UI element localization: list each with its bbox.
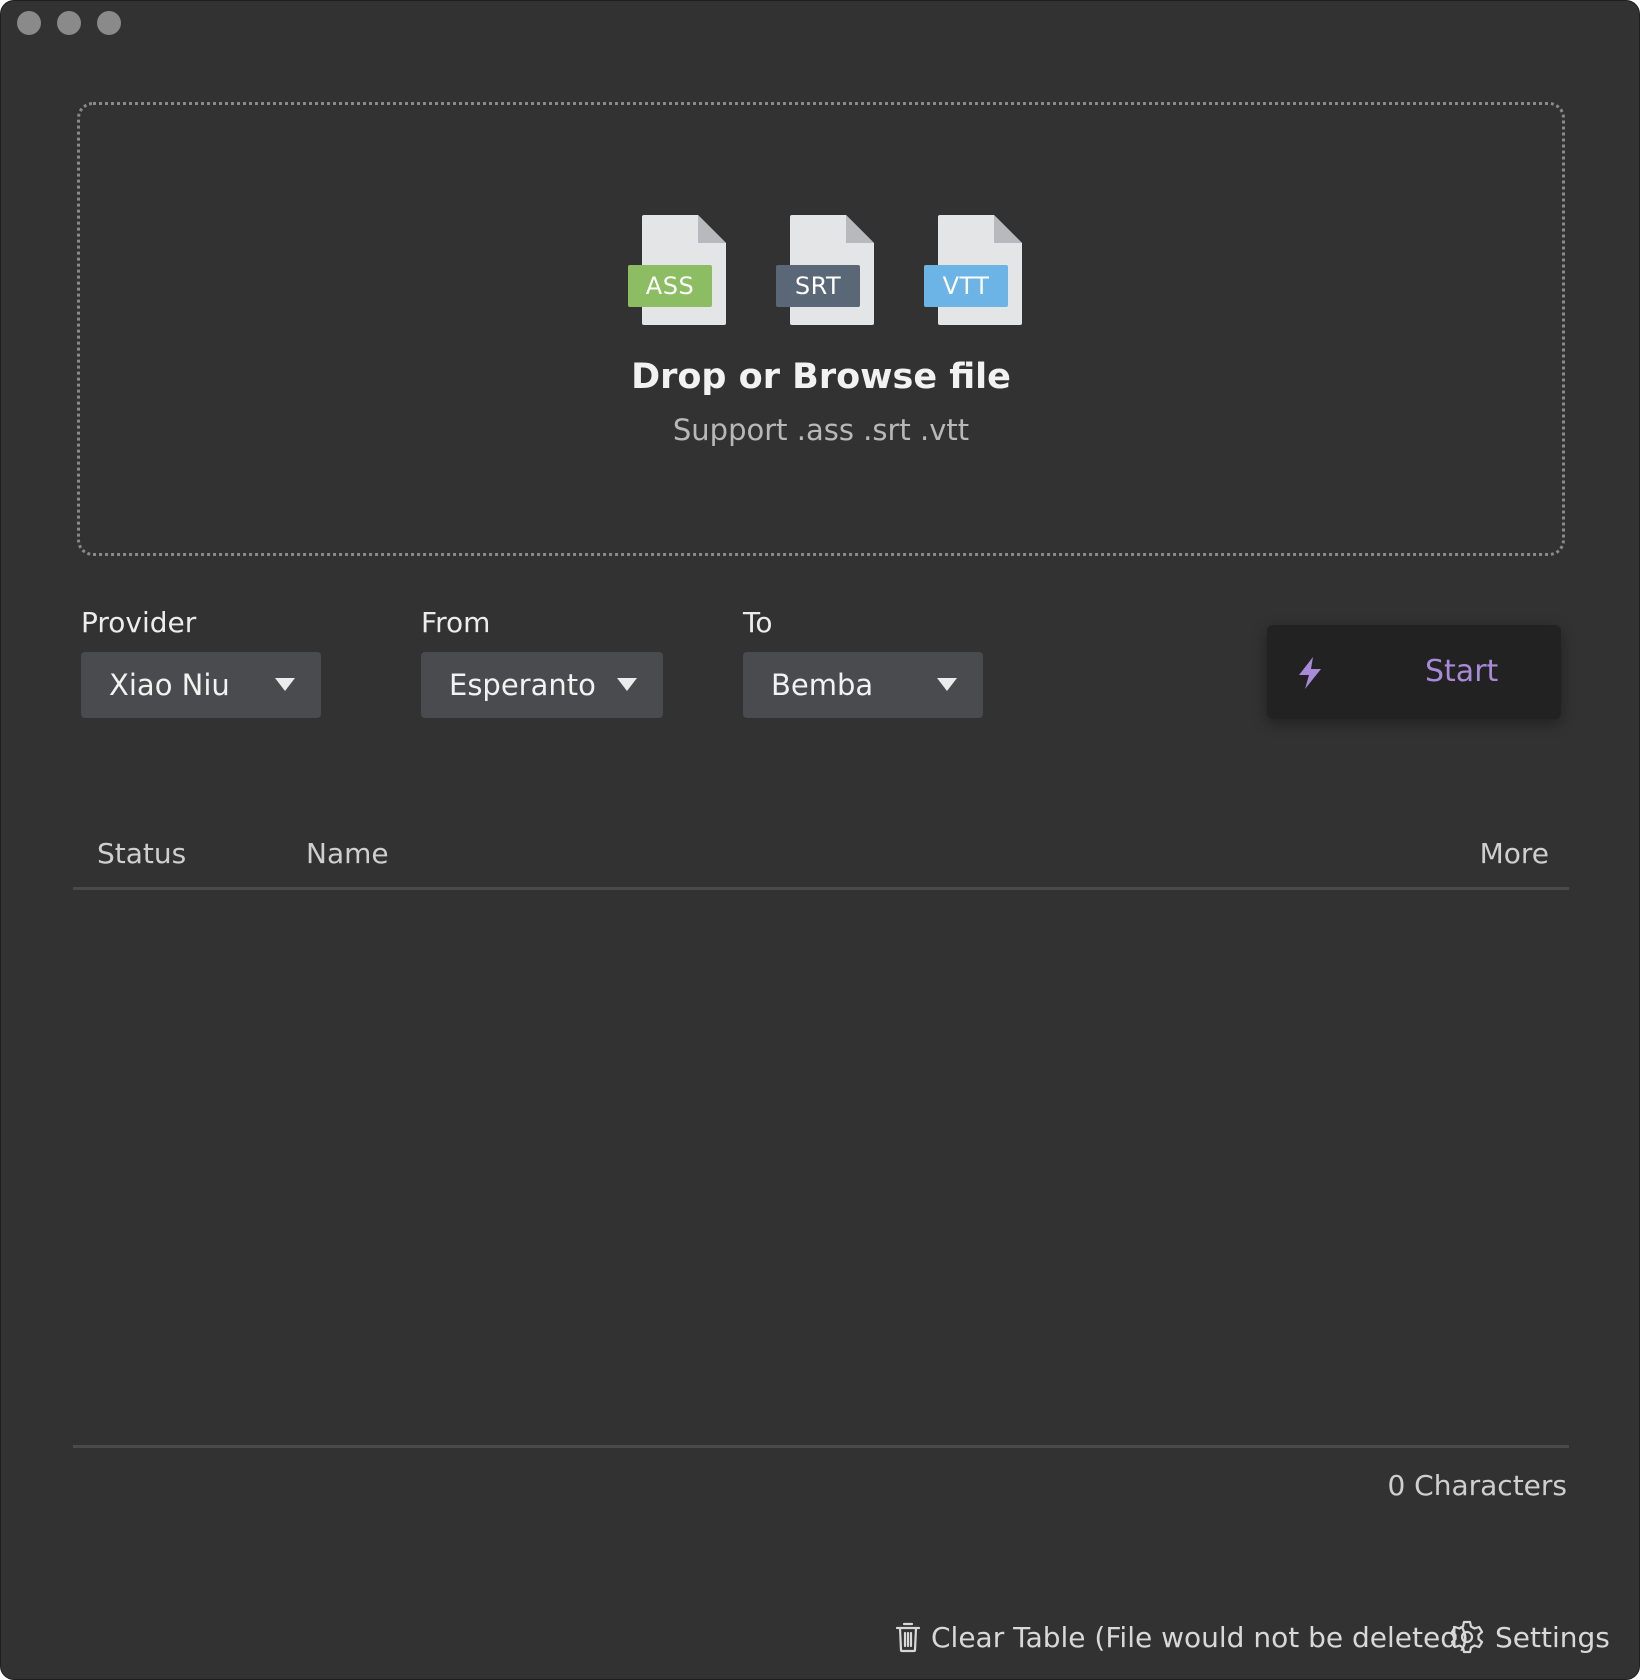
ass-tag: ASS (628, 265, 712, 307)
column-header-name: Name (306, 837, 389, 870)
app-window: ASS SRT VTT Drop or Browse file Support … (0, 0, 1640, 1680)
window-controls (17, 11, 121, 35)
to-language-value: Bemba (771, 668, 874, 702)
provider-value: Xiao Niu (109, 668, 230, 702)
drop-zone-title: Drop or Browse file (631, 357, 1011, 397)
table-footer-divider (73, 1445, 1569, 1448)
clear-table-button[interactable]: Clear Table (File would not be deleted) (895, 1615, 1469, 1659)
chevron-down-icon (937, 678, 957, 691)
file-table-body (73, 892, 1569, 1444)
settings-label: Settings (1495, 1620, 1610, 1654)
from-language-select[interactable]: Esperanto (421, 652, 663, 718)
to-label: To (743, 606, 773, 639)
file-drop-zone[interactable]: ASS SRT VTT Drop or Browse file Support … (77, 102, 1565, 556)
srt-file-icon: SRT (776, 215, 876, 325)
from-label: From (421, 606, 491, 639)
clear-table-label: Clear Table (File would not be deleted) (931, 1620, 1469, 1654)
minimize-window-button[interactable] (57, 11, 81, 35)
srt-tag: SRT (776, 265, 860, 307)
close-window-button[interactable] (17, 11, 41, 35)
character-count: 0 Characters (1387, 1469, 1567, 1502)
provider-select[interactable]: Xiao Niu (81, 652, 321, 718)
file-type-icons: ASS SRT VTT (628, 215, 1024, 325)
to-language-select[interactable]: Bemba (743, 652, 983, 718)
provider-label: Provider (81, 606, 197, 639)
zoom-window-button[interactable] (97, 11, 121, 35)
from-language-value: Esperanto (449, 668, 596, 702)
column-header-status: Status (97, 837, 187, 870)
chevron-down-icon (617, 678, 637, 691)
start-button-label: Start (1425, 654, 1499, 689)
drop-zone-subtitle: Support .ass .srt .vtt (672, 413, 970, 447)
vtt-file-icon: VTT (924, 215, 1024, 325)
column-header-more: More (1479, 837, 1549, 870)
settings-button[interactable]: Settings (1449, 1615, 1610, 1659)
start-button[interactable]: Start (1267, 625, 1561, 719)
ass-file-icon: ASS (628, 215, 728, 325)
table-header-divider (73, 887, 1569, 890)
vtt-tag: VTT (924, 265, 1008, 307)
trash-icon (895, 1622, 921, 1653)
chevron-down-icon (275, 678, 295, 691)
gear-icon (1450, 1620, 1484, 1654)
lightning-icon (1299, 657, 1321, 689)
